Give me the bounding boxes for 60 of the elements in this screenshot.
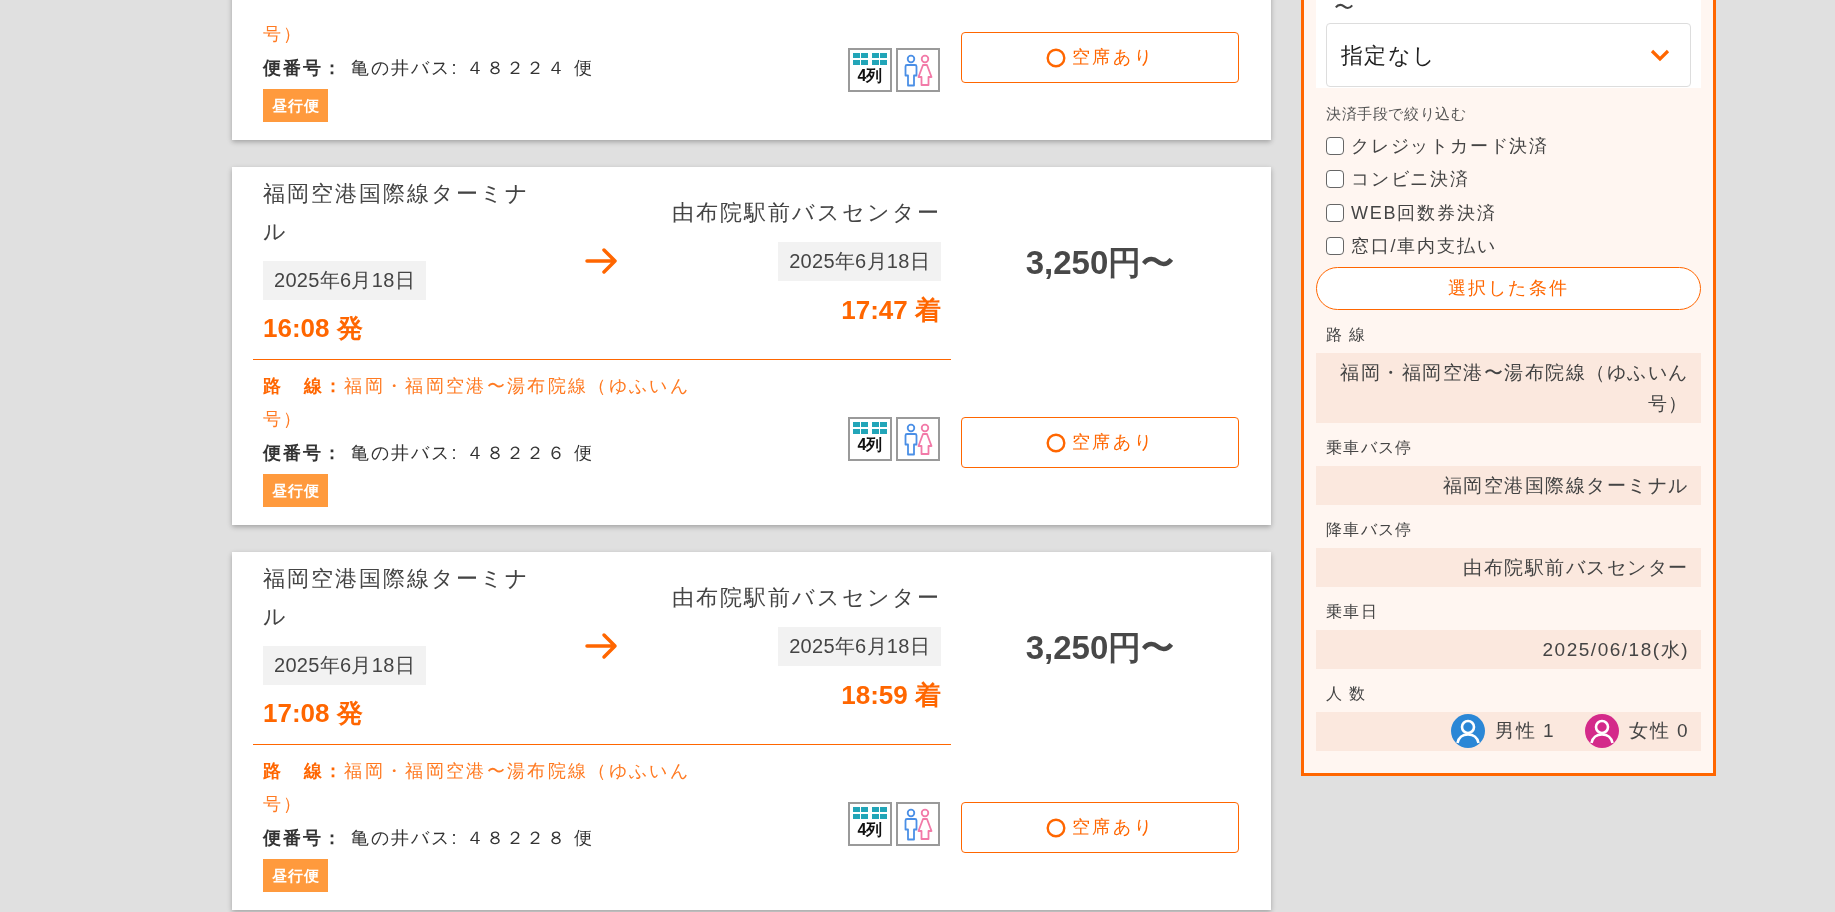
payment-option-label[interactable]: 窓口/車内支払い (1351, 234, 1497, 259)
arrival-time: 18:59 着 (840, 678, 941, 712)
condition-value: 由布院駅前バスセンター (1316, 547, 1701, 587)
flight-number-line: 便番号： 亀の井バス: ４８２２６ 便 (263, 442, 596, 465)
condition-label: 乗車日 (1325, 601, 1379, 622)
seat-columns-label: 4列 (857, 819, 883, 840)
range-separator: 〜 (1333, 0, 1355, 19)
fare-price: 3,250円〜 (1025, 244, 1175, 281)
seat-columns-label: 4列 (857, 66, 883, 86)
condition-label: 人 数 (1325, 683, 1368, 704)
checkbox[interactable] (1326, 237, 1344, 256)
passenger-count-label: 男性 1 (1495, 718, 1556, 743)
payment-option-label[interactable]: クレジットカード決済 (1351, 133, 1549, 158)
seat-grid-icon (853, 420, 887, 435)
seat-grid-icon (853, 52, 887, 66)
chevron-down-icon (1650, 48, 1670, 62)
route-line: 路 線：福岡・福岡空港〜湯布院線（ゆふいん号） (263, 760, 692, 816)
seat-columns-label: 4列 (857, 434, 883, 455)
departure-stop: 福岡空港国際線ターミナル (263, 565, 531, 631)
dropdown-field[interactable]: 指定なし (1326, 23, 1691, 87)
service-type-tag: 昼行便 (263, 89, 329, 122)
arrival-date: 2025年6月18日 (778, 626, 941, 666)
departure-date: 2025年6月18日 (263, 261, 426, 300)
flight-number-line: 便番号： 亀の井バス: ４８２２４ 便 (263, 57, 595, 80)
condition-label: 降車バス停 (1325, 519, 1414, 540)
passenger-count-label: 女性 0 (1629, 718, 1689, 743)
condition-label: 路 線 (1325, 324, 1368, 345)
restroom-icon (896, 48, 940, 92)
restroom-icon (896, 801, 940, 846)
route-line: 号） (263, 23, 305, 46)
arrival-date: 2025年6月18日 (778, 241, 941, 281)
payment-option-label[interactable]: コンビニ決済 (1351, 167, 1470, 192)
seat-grid-icon (853, 805, 887, 820)
restroom-icon (896, 416, 940, 461)
flight-number-line: 便番号： 亀の井バス: ４８２２８ 便 (263, 827, 596, 850)
circle-icon (1045, 432, 1066, 453)
condition-label: 乗車バス停 (1325, 437, 1414, 458)
checkbox[interactable] (1326, 136, 1344, 155)
departure-time: 17:08 発 (263, 697, 364, 730)
payment-option-label[interactable]: WEB回数券決済 (1351, 200, 1497, 225)
arrival-stop: 由布院駅前バスセンター (671, 198, 941, 227)
arrow-icon (584, 630, 620, 661)
departure-date: 2025年6月18日 (263, 646, 426, 685)
condition-value: 2025/06/18(水) (1316, 629, 1701, 669)
checkbox[interactable] (1326, 170, 1344, 189)
fare-price: 3,250円〜 (1025, 629, 1175, 666)
service-type-tag: 昼行便 (263, 859, 329, 892)
payment-filter-heading: 決済手段で絞り込む (1325, 104, 1468, 124)
checkbox[interactable] (1326, 203, 1344, 222)
departure-stop: 福岡空港国際線ターミナル (263, 180, 531, 246)
service-type-tag: 昼行便 (263, 474, 329, 507)
departure-time: 16:08 発 (263, 312, 364, 345)
route-line: 路 線：福岡・福岡空港〜湯布院線（ゆふいん号） (263, 375, 692, 431)
arrival-time: 17:47 着 (840, 293, 941, 327)
circle-icon (1045, 817, 1066, 838)
circle-icon (1045, 47, 1066, 68)
condition-value: 福岡空港国際線ターミナル (1316, 465, 1701, 505)
condition-value: 福岡・福岡空港〜湯布院線（ゆふいん号） (1316, 352, 1701, 423)
arrival-stop: 由布院駅前バスセンター (671, 583, 941, 612)
arrow-icon (584, 245, 620, 276)
